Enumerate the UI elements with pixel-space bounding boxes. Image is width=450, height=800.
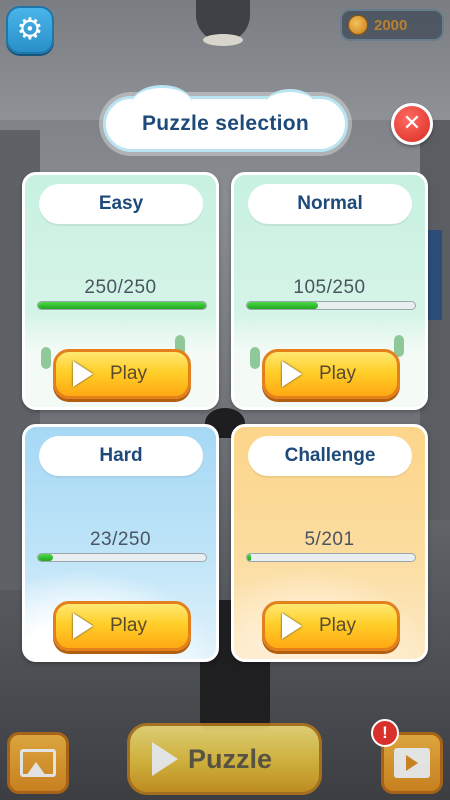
play-button-hard[interactable]: Play bbox=[53, 601, 191, 651]
play-icon bbox=[152, 742, 178, 776]
cactus-decoration bbox=[250, 347, 260, 369]
video-icon bbox=[394, 748, 430, 778]
play-button-challenge[interactable]: Play bbox=[262, 601, 400, 651]
cactus-decoration bbox=[41, 347, 51, 369]
level-label-pill: Challenge bbox=[248, 436, 412, 476]
coin-counter: 2000 bbox=[340, 9, 444, 41]
play-label: Play bbox=[319, 615, 356, 636]
progress-fill bbox=[247, 554, 252, 561]
gallery-button[interactable] bbox=[7, 732, 69, 794]
level-name: Hard bbox=[99, 445, 143, 466]
puzzle-button[interactable]: Puzzle bbox=[127, 723, 322, 795]
progress-text: 5/201 bbox=[304, 529, 355, 550]
level-name: Challenge bbox=[284, 445, 376, 466]
level-card-challenge[interactable]: Challenge 5/201 Play bbox=[231, 424, 428, 662]
page-title: Puzzle selection bbox=[141, 112, 310, 135]
level-name: Easy bbox=[98, 193, 144, 214]
play-label: Play bbox=[319, 363, 356, 384]
play-icon bbox=[70, 612, 96, 640]
title-banner: Puzzle selection bbox=[103, 85, 348, 152]
progress-bar bbox=[37, 553, 207, 562]
play-label: Play bbox=[110, 615, 147, 636]
close-icon: ✕ bbox=[402, 111, 422, 136]
play-icon bbox=[70, 360, 96, 388]
level-card-easy[interactable]: Easy 250/250 Play bbox=[22, 172, 219, 410]
play-button-easy[interactable]: Play bbox=[53, 349, 191, 399]
level-card-normal[interactable]: Normal 105/250 Play bbox=[231, 172, 428, 410]
level-label-pill: Easy bbox=[39, 184, 203, 224]
progress-fill bbox=[38, 554, 54, 561]
progress-text: 250/250 bbox=[84, 277, 157, 298]
alert-badge: ! bbox=[371, 719, 399, 747]
play-icon bbox=[279, 612, 305, 640]
play-button-normal[interactable]: Play bbox=[262, 349, 400, 399]
coin-icon bbox=[348, 15, 368, 35]
progress-text: 105/250 bbox=[293, 277, 366, 298]
play-label: Play bbox=[110, 363, 147, 384]
level-label-pill: Hard bbox=[39, 436, 203, 476]
coin-value: 2000 bbox=[374, 16, 408, 34]
progress-fill bbox=[38, 302, 206, 309]
play-icon bbox=[279, 360, 305, 388]
close-button[interactable]: ✕ bbox=[391, 103, 433, 145]
gear-icon: ⚙ bbox=[16, 12, 44, 47]
level-name: Normal bbox=[297, 193, 363, 214]
lamp-light bbox=[203, 34, 243, 46]
progress-bar bbox=[37, 301, 207, 310]
progress-text: 23/250 bbox=[89, 529, 152, 550]
progress-fill bbox=[247, 302, 318, 309]
level-card-hard[interactable]: Hard 23/250 Play bbox=[22, 424, 219, 662]
puzzle-label: Puzzle bbox=[188, 743, 273, 774]
settings-button[interactable]: ⚙ bbox=[6, 6, 54, 54]
image-icon bbox=[20, 749, 56, 777]
level-label-pill: Normal bbox=[248, 184, 412, 224]
progress-bar bbox=[246, 301, 416, 310]
progress-bar bbox=[246, 553, 416, 562]
